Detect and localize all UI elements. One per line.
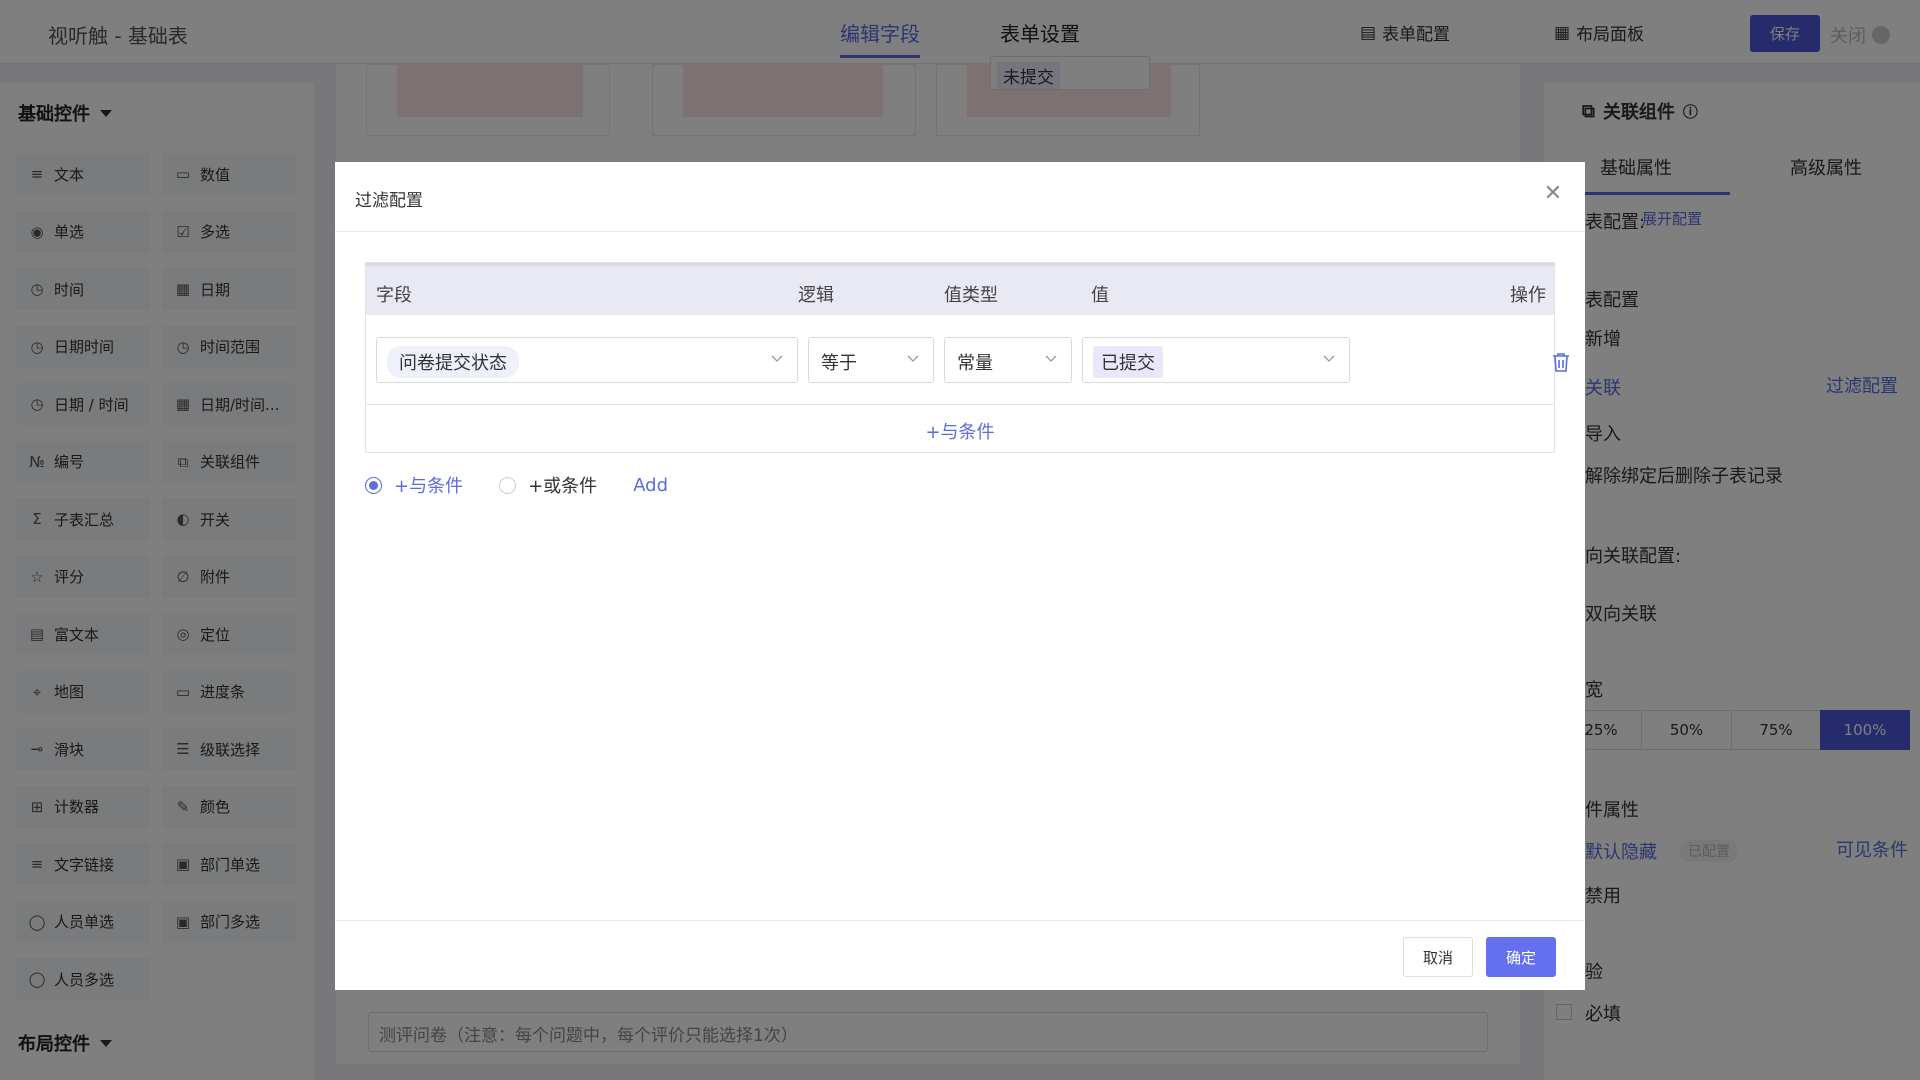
col-value-type: 值类型 [944, 285, 998, 306]
field-select[interactable]: 问卷提交状态 [376, 337, 798, 383]
cancel-button[interactable]: 取消 [1403, 937, 1473, 977]
col-actions: 操作 [1510, 285, 1546, 306]
value-type-select[interactable]: 常量 [944, 337, 1072, 383]
chevron-down-icon [907, 355, 919, 362]
logic-select[interactable]: 等于 [808, 337, 934, 383]
add-link[interactable]: Add [633, 475, 668, 496]
chevron-down-icon [1323, 355, 1335, 362]
col-logic: 逻辑 [798, 285, 834, 306]
col-value: 值 [1091, 285, 1109, 306]
field-tag: 问卷提交状态 [387, 346, 519, 378]
add-and-condition-button[interactable]: +与条件 [366, 406, 1554, 452]
filter-config-dialog: 过滤配置 ✕ 字段 逻辑 值类型 值 操作 问卷提交状态 等于 常量 已提交 +… [335, 162, 1585, 990]
radio-and-label[interactable]: +与条件 [394, 472, 463, 498]
table-header: 字段 逻辑 值类型 值 操作 [366, 263, 1554, 315]
dialog-header: 过滤配置 ✕ [335, 162, 1585, 232]
filter-table: 字段 逻辑 值类型 值 操作 问卷提交状态 等于 常量 已提交 +与条件 [365, 262, 1569, 453]
radio-or-label[interactable]: +或条件 [528, 472, 597, 498]
close-icon[interactable]: ✕ [1541, 182, 1565, 206]
confirm-button[interactable]: 确定 [1486, 937, 1556, 977]
logic-value: 等于 [821, 353, 857, 374]
value-select[interactable]: 已提交 [1082, 337, 1350, 383]
table-row: 问卷提交状态 等于 常量 已提交 [366, 315, 1554, 405]
radio-and[interactable] [365, 476, 382, 494]
trash-icon[interactable] [1551, 351, 1571, 373]
radio-or[interactable] [499, 476, 517, 494]
col-field: 字段 [376, 285, 412, 306]
chevron-down-icon [1045, 355, 1057, 362]
chevron-down-icon [771, 355, 783, 362]
value-type-value: 常量 [957, 353, 993, 374]
value-tag: 已提交 [1093, 346, 1163, 378]
dialog-title: 过滤配置 [355, 191, 423, 211]
condition-mode-group: +与条件 +或条件 Add [365, 472, 704, 498]
dialog-footer: 取消 确定 [335, 920, 1585, 990]
